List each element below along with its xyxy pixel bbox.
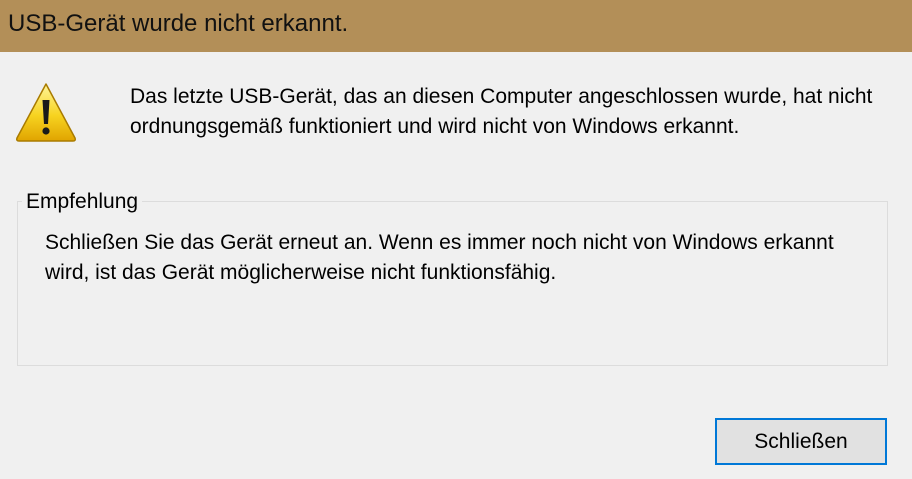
close-button-label: Schließen [717,420,885,463]
title-bar[interactable]: USB-Gerät wurde nicht erkannt. [0,0,912,52]
message-text: Das letzte USB-Gerät, das an diesen Comp… [130,85,873,138]
window-title: USB-Gerät wurde nicht erkannt. [8,10,349,37]
warning-icon [14,80,78,144]
recommendation-heading: Empfehlung [22,187,143,217]
close-button[interactable]: Schließen [715,418,887,465]
dialog-window: USB-Gerät wurde nicht erkannt. Das letzt… [0,0,912,479]
recommendation-text: Schließen Sie das Gerät erneut an. Wenn … [45,231,834,284]
